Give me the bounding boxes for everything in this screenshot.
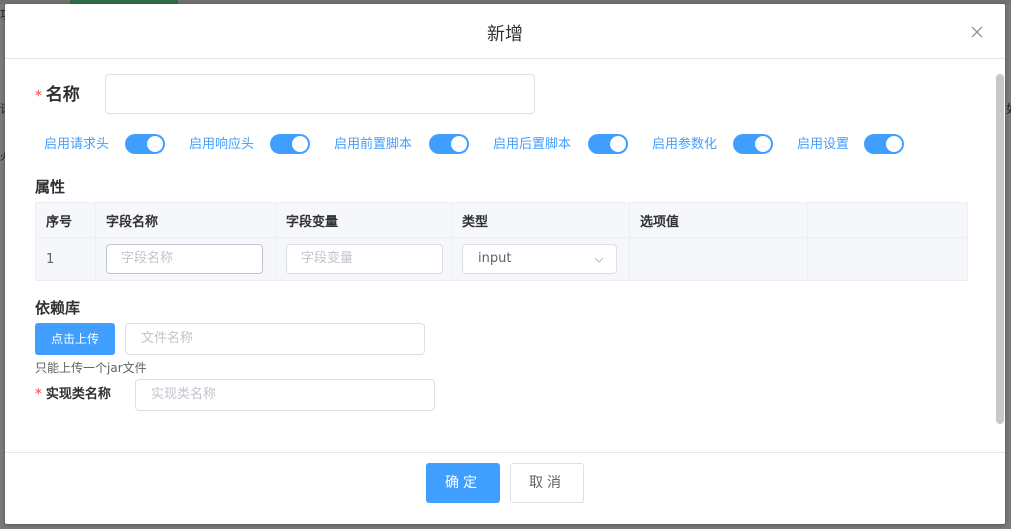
attributes-table: 序号 字段名称 字段变量 类型 选项值 1 字段名称 字段变量 input [35,202,968,281]
close-icon[interactable] [969,24,985,40]
switch-label: 启用设置 [797,137,850,152]
switch-label: 启用请求头 [44,137,110,152]
dialog-header: 新增 [5,4,1005,59]
required-mark: * [35,89,42,104]
file-name-input[interactable]: 文件名称 [125,323,425,355]
name-label: * 名称 [35,85,80,107]
dialog-footer: 确定 取消 [5,452,1005,524]
toggle-knob [147,136,163,152]
upload-tip: 只能上传一个jar文件 [35,361,147,375]
impl-class-input[interactable]: 实现类名称 [135,379,435,411]
switch-label: 启用响应头 [189,137,255,152]
add-dialog: 新增 * 名称 启用请求头 启用响应头 启用前置脚本 启用后置脚本 启用参数化 … [5,4,1005,524]
pre-script-toggle[interactable] [429,134,469,154]
table-header-row: 序号 字段名称 字段变量 类型 选项值 [35,202,968,238]
field-name-input[interactable]: 字段名称 [106,244,263,274]
switch-label: 启用前置脚本 [334,137,413,152]
name-input[interactable] [105,74,535,114]
field-name-cell: 字段名称 [95,237,276,281]
impl-class-label: * 实现类名称 [35,387,111,403]
dialog-body: * 名称 启用请求头 启用响应头 启用前置脚本 启用后置脚本 启用参数化 启用设… [5,59,1005,452]
upload-button[interactable]: 点击上传 [35,323,115,355]
toggle-knob [451,136,467,152]
column-header-options: 选项值 [629,202,808,238]
background-text: 如 [1006,100,1011,117]
column-header-field-variable: 字段变量 [275,202,452,238]
toggle-knob [886,136,902,152]
row-index: 1 [35,237,96,281]
column-header-field-name: 字段名称 [95,202,276,238]
confirm-button[interactable]: 确定 [426,463,500,503]
impl-class-label-text: 实现类名称 [45,387,111,402]
settings-toggle[interactable] [864,134,904,154]
dependency-title: 依赖库 [35,299,81,317]
type-select[interactable]: input [462,244,617,274]
attributes-title: 属性 [35,178,66,196]
response-header-toggle[interactable] [270,134,310,154]
switch-label: 启用参数化 [652,137,718,152]
toggle-knob [755,136,771,152]
table-row: 1 字段名称 字段变量 input [35,237,968,281]
dialog-scrollbar[interactable] [996,74,1004,429]
scrollbar-thumb[interactable] [996,74,1004,424]
name-label-text: 名称 [45,85,80,105]
type-select-value: input [478,251,512,266]
options-cell [629,237,808,281]
dialog-title: 新增 [487,24,523,45]
toggle-knob [292,136,308,152]
column-header-type: 类型 [451,202,630,238]
field-variable-input[interactable]: 字段变量 [286,244,443,274]
parameterize-toggle[interactable] [733,134,773,154]
column-header-index: 序号 [35,202,96,238]
switch-label: 启用后置脚本 [493,137,572,152]
column-header-actions [807,202,968,238]
field-variable-cell: 字段变量 [275,237,452,281]
post-script-toggle[interactable] [588,134,628,154]
chevron-down-icon [594,257,604,263]
type-cell: input [451,237,630,281]
cancel-button[interactable]: 取消 [510,463,584,503]
actions-cell [807,237,968,281]
request-header-toggle[interactable] [125,134,165,154]
required-mark: * [35,387,42,402]
toggle-knob [610,136,626,152]
